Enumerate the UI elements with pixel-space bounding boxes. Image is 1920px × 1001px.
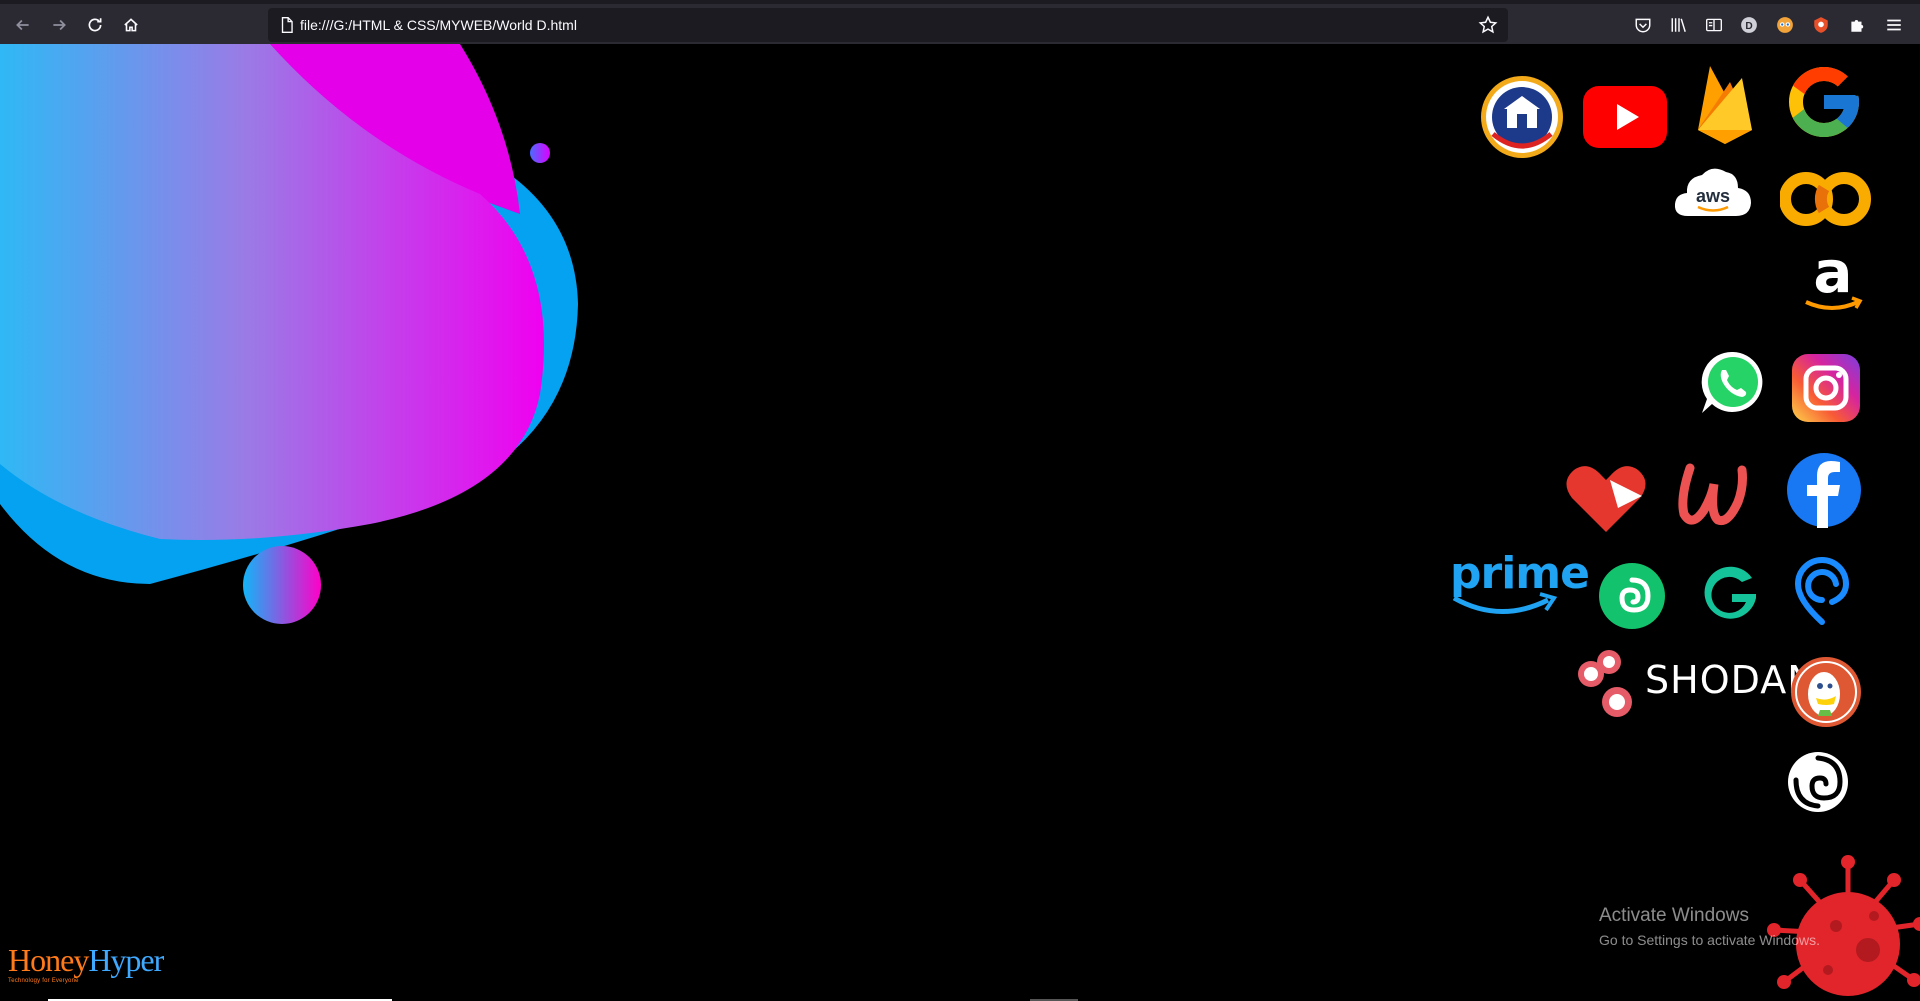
firebase-logo[interactable] <box>1690 60 1760 146</box>
reader-view-icon[interactable] <box>1703 14 1725 36</box>
shodan-logo[interactable] <box>1575 648 1643 724</box>
back-button[interactable] <box>8 10 38 40</box>
brand-name: HoneyHyper <box>8 942 164 978</box>
account-icon[interactable]: D <box>1738 14 1760 36</box>
watermark-subtitle: Go to Settings to activate Windows. <box>1599 932 1820 948</box>
grammarly-logo[interactable] <box>1698 562 1762 626</box>
home-button[interactable] <box>116 10 146 40</box>
colab-logo[interactable] <box>1780 168 1872 230</box>
brand-logo: HoneyHyper Technology for Everyone <box>8 942 164 984</box>
svg-text:a: a <box>1813 250 1852 306</box>
menu-icon[interactable] <box>1883 14 1905 36</box>
bookmark-star-icon[interactable] <box>1478 15 1498 35</box>
swirl-logo[interactable] <box>1598 562 1666 630</box>
arrow-right-icon <box>53 19 66 31</box>
pocket-heart-logo[interactable] <box>1564 462 1648 534</box>
browser-toolbar: file:///G:/HTML & CSS/MYWEB/World D.html… <box>0 0 1920 44</box>
reload-button[interactable] <box>80 10 110 40</box>
gradient-blob-graphic <box>0 44 578 624</box>
duckduckgo-logo[interactable] <box>1790 656 1862 728</box>
brand-name-part2: Hyper <box>88 942 164 978</box>
library-icon[interactable] <box>1668 14 1690 36</box>
activate-windows-watermark: Activate Windows Go to Settings to activ… <box>1599 905 1820 948</box>
svg-text:D: D <box>1745 21 1752 32</box>
url-text[interactable]: file:///G:/HTML & CSS/MYWEB/World D.html <box>300 17 577 33</box>
home-icon <box>124 18 138 32</box>
address-bar[interactable]: file:///G:/HTML & CSS/MYWEB/World D.html <box>268 8 1508 42</box>
page-content: aws a prime SHODAN Activate Windows Go t… <box>0 44 1920 1001</box>
forward-button[interactable] <box>44 10 74 40</box>
pin-logo[interactable] <box>1792 556 1852 626</box>
facebook-logo[interactable] <box>1786 452 1862 528</box>
page-icon <box>281 17 293 33</box>
amazon-logo[interactable]: a <box>1798 250 1868 320</box>
google-logo[interactable] <box>1782 60 1866 144</box>
pocket-icon[interactable] <box>1632 14 1654 36</box>
puzzle-icon[interactable] <box>1846 14 1868 36</box>
reload-icon <box>88 18 102 32</box>
aws-logo[interactable]: aws <box>1672 160 1754 222</box>
extension-icon[interactable] <box>1774 14 1796 36</box>
aws-label: aws <box>1696 186 1730 206</box>
college-seal-logo[interactable] <box>1479 74 1565 160</box>
extension-icon[interactable] <box>1810 14 1832 36</box>
youtube-logo[interactable] <box>1582 74 1668 160</box>
arrow-left-icon <box>16 19 29 31</box>
brand-tagline: Technology for Everyone <box>8 978 79 984</box>
prime-smile-icon <box>1452 592 1558 614</box>
instagram-logo[interactable] <box>1790 352 1862 424</box>
whatsapp-logo[interactable] <box>1700 350 1766 416</box>
prime-logo[interactable]: prime <box>1450 548 1590 628</box>
brand-name-part1: Honey <box>8 942 89 978</box>
udemy-logo[interactable] <box>1670 458 1750 530</box>
watermark-title: Activate Windows <box>1599 905 1749 926</box>
spiral-logo[interactable] <box>1786 750 1850 814</box>
